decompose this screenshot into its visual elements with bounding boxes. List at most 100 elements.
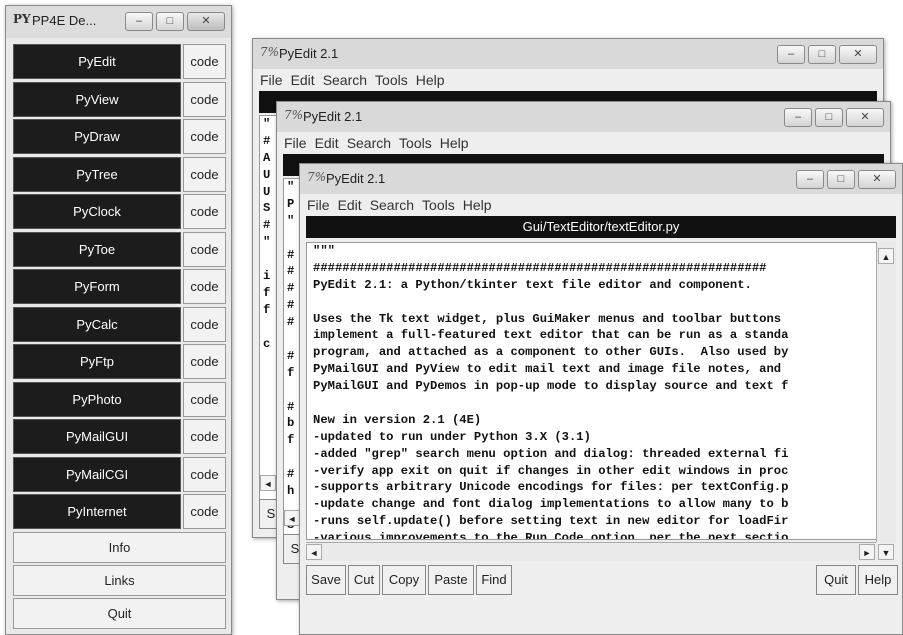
launch-pymailcgi-button[interactable]: PyMailCGI: [13, 456, 181, 492]
launcher-row: PyTree code: [13, 156, 226, 192]
text-line: ########################################…: [313, 260, 767, 275]
quit-button[interactable]: Quit: [816, 565, 856, 595]
text-line: [313, 395, 876, 412]
text-line: -added "grep" search menu option and dia…: [313, 446, 789, 461]
view-pyedit-code-button[interactable]: code: [183, 44, 226, 79]
window-title: PyEdit 2.1: [303, 109, 363, 124]
text-line: New in version 2.1 (4E): [313, 412, 482, 427]
view-pyclock-code-button[interactable]: code: [183, 194, 226, 229]
menu-tools[interactable]: Tools: [375, 69, 408, 91]
save-button[interactable]: Save: [306, 565, 346, 595]
maximize-button[interactable]: □: [815, 108, 843, 127]
text-line: program, and attached as a component to …: [313, 345, 789, 360]
minimize-button[interactable]: –: [125, 12, 153, 31]
view-pymailgui-code-button[interactable]: code: [183, 419, 226, 454]
pyedit-app-icon: 7%: [260, 45, 280, 59]
title-bar[interactable]: 7% PyEdit 2.1 – □ ✕: [300, 164, 902, 194]
menu-search[interactable]: Search: [347, 132, 391, 154]
view-pytree-code-button[interactable]: code: [183, 156, 226, 192]
pyedit-window-front[interactable]: 7% PyEdit 2.1 – □ ✕ File Edit Search Too…: [299, 163, 903, 635]
title-bar[interactable]: 7% PyEdit 2.1 – □ ✕: [277, 102, 890, 132]
text-line: PyMailGUI and PyDemos in pop-up mode to …: [313, 379, 789, 394]
text-line: -verify app exit on quit if changes in o…: [313, 463, 789, 478]
view-pyinternet-code-button[interactable]: code: [183, 494, 226, 529]
launch-pytoe-button[interactable]: PyToe: [13, 231, 181, 267]
copy-button[interactable]: Copy: [382, 565, 426, 595]
links-button[interactable]: Links: [13, 565, 226, 596]
vertical-scrollbar[interactable]: ▲ ▼: [876, 242, 896, 560]
launch-pyedit-button[interactable]: PyEdit: [13, 44, 181, 79]
scroll-left-arrow[interactable]: ◄: [284, 510, 300, 526]
launch-pydraw-button[interactable]: PyDraw: [13, 119, 181, 154]
text-line: Uses the Tk text widget, plus GuiMaker m…: [313, 311, 782, 326]
close-button[interactable]: ✕: [846, 108, 884, 127]
launch-pymailgui-button[interactable]: PyMailGUI: [13, 419, 181, 454]
menu-bar: File Edit Search Tools Help: [254, 69, 882, 91]
text-area[interactable]: """ #####################################…: [306, 242, 877, 540]
info-button[interactable]: Info: [13, 532, 226, 563]
window-title: PyEdit 2.1: [326, 171, 386, 186]
launch-pyinternet-button[interactable]: PyInternet: [13, 494, 181, 529]
view-pydraw-code-button[interactable]: code: [183, 119, 226, 154]
menu-help[interactable]: Help: [416, 69, 445, 91]
menu-help[interactable]: Help: [440, 132, 469, 154]
close-button[interactable]: ✕: [839, 45, 877, 64]
menu-search[interactable]: Search: [370, 194, 414, 216]
view-pytoe-code-button[interactable]: code: [183, 231, 226, 267]
minimize-button[interactable]: –: [777, 45, 805, 64]
help-button[interactable]: Help: [858, 565, 898, 595]
launcher-row: PyView code: [13, 81, 226, 117]
menu-file[interactable]: File: [260, 69, 283, 91]
text-line: -update change and font dialog implement…: [313, 497, 789, 512]
scroll-right-arrow[interactable]: ►: [859, 544, 875, 560]
scroll-left-arrow[interactable]: ◄: [306, 544, 322, 560]
menu-file[interactable]: File: [284, 132, 307, 154]
menu-tools[interactable]: Tools: [399, 132, 432, 154]
launch-pyftp-button[interactable]: PyFtp: [13, 344, 181, 379]
launch-pyclock-button[interactable]: PyClock: [13, 194, 181, 229]
python-logo-icon: PY: [13, 12, 31, 26]
file-name-bar: Gui/TextEditor/textEditor.py: [306, 216, 896, 238]
paste-button[interactable]: Paste: [428, 565, 474, 595]
quit-button[interactable]: Quit: [13, 598, 226, 629]
view-pyview-code-button[interactable]: code: [183, 81, 226, 117]
cut-button[interactable]: Cut: [348, 565, 380, 595]
menu-tools[interactable]: Tools: [422, 194, 455, 216]
launch-pyview-button[interactable]: PyView: [13, 81, 181, 117]
maximize-button[interactable]: □: [808, 45, 836, 64]
pp4e-launcher-window[interactable]: PY PP4E De... – □ ✕ PyEdit code PyView code…: [5, 5, 232, 635]
launch-pytree-button[interactable]: PyTree: [13, 156, 181, 192]
text-line: """: [313, 244, 335, 258]
close-button[interactable]: ✕: [187, 12, 225, 31]
launch-pyphoto-button[interactable]: PyPhoto: [13, 381, 181, 417]
horizontal-scrollbar[interactable]: ◄ ►: [306, 542, 876, 561]
minimize-button[interactable]: –: [796, 170, 824, 189]
menu-edit[interactable]: Edit: [338, 194, 362, 216]
maximize-button[interactable]: □: [156, 12, 184, 31]
launch-pycalc-button[interactable]: PyCalc: [13, 306, 181, 342]
menu-help[interactable]: Help: [463, 194, 492, 216]
scroll-down-arrow[interactable]: ▼: [878, 544, 894, 560]
title-bar[interactable]: PY PP4E De... – □ ✕: [6, 6, 231, 38]
view-pyftp-code-button[interactable]: code: [183, 344, 226, 379]
view-pycalc-code-button[interactable]: code: [183, 306, 226, 342]
menu-file[interactable]: File: [307, 194, 330, 216]
launcher-row: PyClock code: [13, 194, 226, 229]
find-button[interactable]: Find: [476, 565, 512, 595]
text-line: -supports arbitrary Unicode encodings fo…: [313, 480, 789, 495]
maximize-button[interactable]: □: [827, 170, 855, 189]
view-pyphoto-code-button[interactable]: code: [183, 381, 226, 417]
text-line: PyMailGUI and PyView to edit mail text a…: [313, 362, 782, 377]
launch-pyform-button[interactable]: PyForm: [13, 269, 181, 304]
close-button[interactable]: ✕: [858, 170, 896, 189]
view-pymailcgi-code-button[interactable]: code: [183, 456, 226, 492]
scroll-left-arrow[interactable]: ◄: [260, 475, 276, 491]
view-pyform-code-button[interactable]: code: [183, 269, 226, 304]
menu-edit[interactable]: Edit: [315, 132, 339, 154]
title-bar[interactable]: 7% PyEdit 2.1 – □ ✕: [253, 39, 883, 69]
menu-edit[interactable]: Edit: [291, 69, 315, 91]
minimize-button[interactable]: –: [784, 108, 812, 127]
launcher-row: PyForm code: [13, 269, 226, 304]
menu-search[interactable]: Search: [323, 69, 367, 91]
scroll-up-arrow[interactable]: ▲: [878, 248, 894, 264]
